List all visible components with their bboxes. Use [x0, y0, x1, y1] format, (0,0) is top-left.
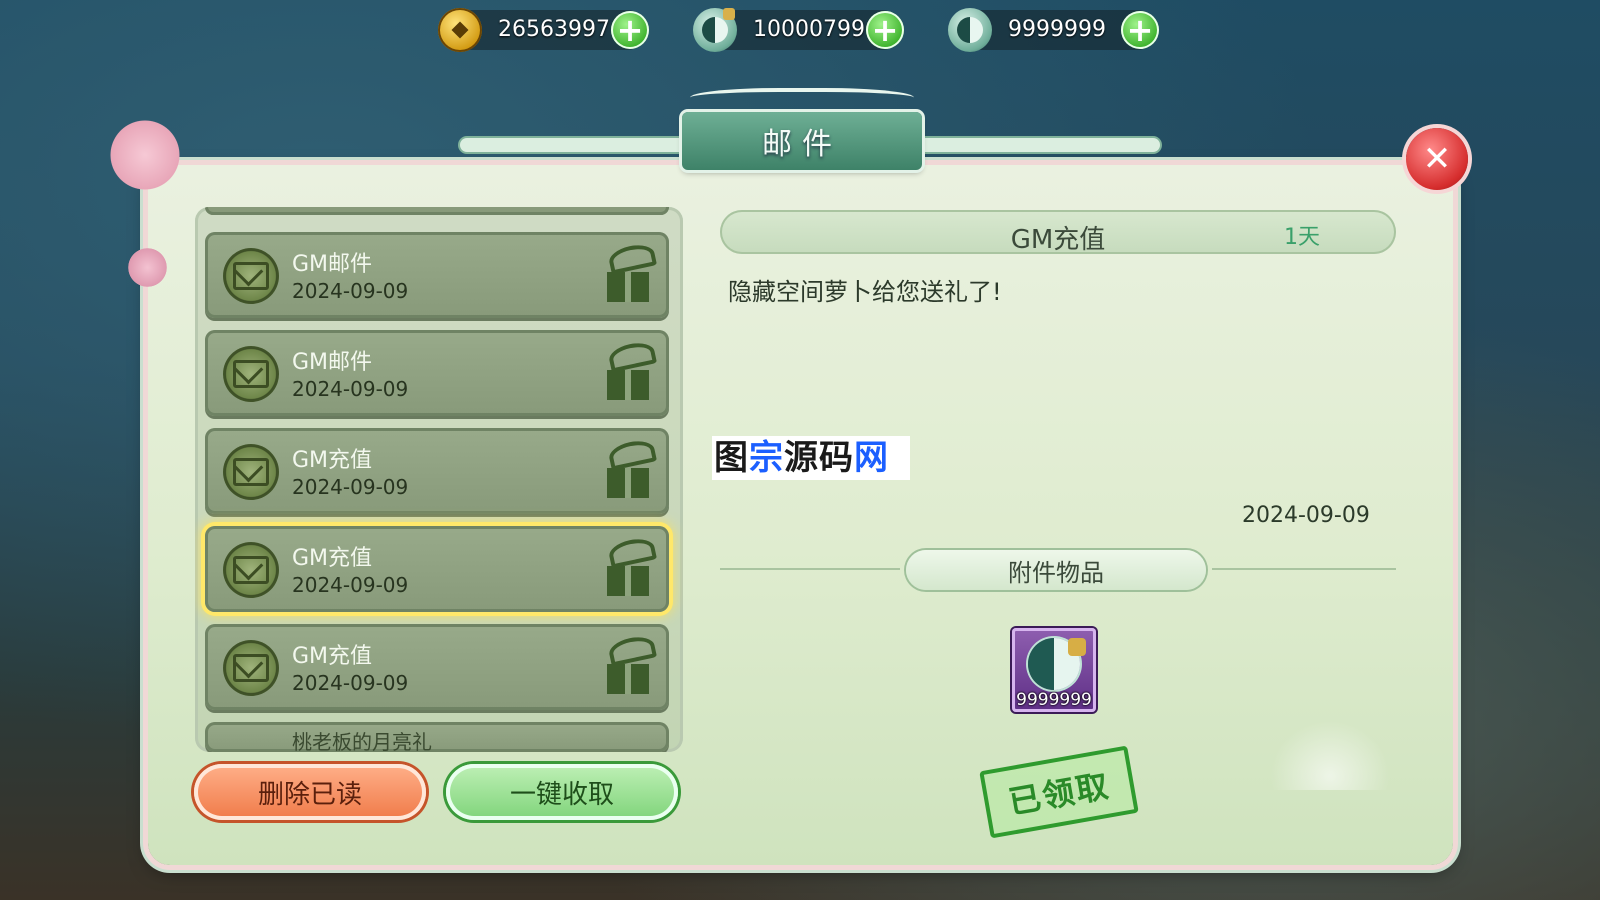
currency-yinyang-value: 9999999	[1008, 17, 1106, 42]
mail-date: 2024-09-09	[292, 475, 409, 499]
attachment-quantity: 9999999	[1016, 690, 1092, 710]
flower-decoration	[125, 245, 170, 290]
flower-decoration	[100, 120, 190, 190]
mail-list-item[interactable]: GM充值 2024-09-09	[205, 624, 669, 710]
mail-title: 桃老板的月亮礼	[292, 730, 432, 752]
mail-list-item[interactable]: GM充值 2024-09-09	[205, 428, 669, 514]
currency-locked-yinyang: 10000799 +	[693, 8, 904, 52]
mail-list[interactable]: GM邮件 2024-09-09 GM邮件 2024-09-09 GM充值 202…	[195, 207, 683, 752]
mail-date: 2024-09-09	[292, 279, 409, 303]
add-gold-button[interactable]: +	[611, 11, 649, 49]
mail-date: 2024-09-09	[292, 377, 409, 401]
envelope-icon	[223, 640, 279, 696]
page-title: 邮件	[762, 127, 842, 162]
gift-icon	[605, 241, 657, 304]
lock-icon	[1068, 638, 1086, 656]
collect-all-button[interactable]: 一键收取	[446, 764, 678, 820]
divider	[1212, 568, 1396, 570]
mail-expiry-days: 1天	[1284, 225, 1320, 250]
mail-title: GM充值	[292, 644, 373, 669]
currency-gold: 26563997 +	[438, 8, 649, 52]
envelope-icon	[223, 248, 279, 304]
list-item-partial	[205, 207, 669, 215]
mail-date: 2024-09-09	[292, 671, 409, 695]
mail-date: 2024-09-09	[292, 573, 409, 597]
mail-title: GM充值	[292, 448, 373, 473]
divider	[720, 568, 900, 570]
envelope-icon	[223, 346, 279, 402]
close-button[interactable]: ✕	[1406, 128, 1468, 190]
mail-list-item[interactable]: GM邮件 2024-09-09	[205, 232, 669, 318]
gift-icon	[605, 535, 657, 598]
yinyang-icon	[948, 8, 992, 52]
gift-icon	[605, 339, 657, 402]
watermark: 图宗源码网	[712, 436, 910, 480]
lotus-decoration	[1270, 720, 1390, 790]
mail-list-item-partial[interactable]: 桃老板的月亮礼	[205, 722, 669, 752]
gift-icon	[605, 437, 657, 500]
mail-title: GM充值	[292, 546, 373, 571]
mail-title: GM邮件	[292, 252, 373, 277]
delete-read-button[interactable]: 删除已读	[194, 764, 426, 820]
envelope-icon	[223, 542, 279, 598]
mail-detail-date: 2024-09-09	[1242, 503, 1370, 528]
title-roof-decoration	[690, 88, 914, 112]
mail-detail-body: 隐藏空间萝卜给您送礼了!	[728, 278, 1002, 306]
title-plaque: 邮件	[682, 112, 922, 170]
envelope-icon	[223, 444, 279, 500]
gift-icon	[605, 633, 657, 696]
currency-yinyang: 9999999 +	[948, 8, 1159, 52]
mail-title: GM邮件	[292, 350, 373, 375]
currency-gold-value: 26563997	[498, 17, 610, 42]
attachments-label: 附件物品	[906, 550, 1206, 590]
add-yinyang-button[interactable]: +	[1121, 11, 1159, 49]
gold-coin-icon	[438, 8, 482, 52]
add-locked-yinyang-button[interactable]: +	[866, 11, 904, 49]
close-icon: ✕	[1422, 139, 1452, 179]
mail-list-item[interactable]: GM邮件 2024-09-09	[205, 330, 669, 416]
attachment-item[interactable]: 9999999	[1012, 628, 1096, 712]
locked-yinyang-icon	[693, 8, 737, 52]
mail-detail-header: GM充值 1天	[720, 210, 1396, 255]
mail-list-item-selected[interactable]: GM充值 2024-09-09	[205, 526, 669, 612]
currency-locked-yinyang-value: 10000799	[753, 17, 865, 42]
